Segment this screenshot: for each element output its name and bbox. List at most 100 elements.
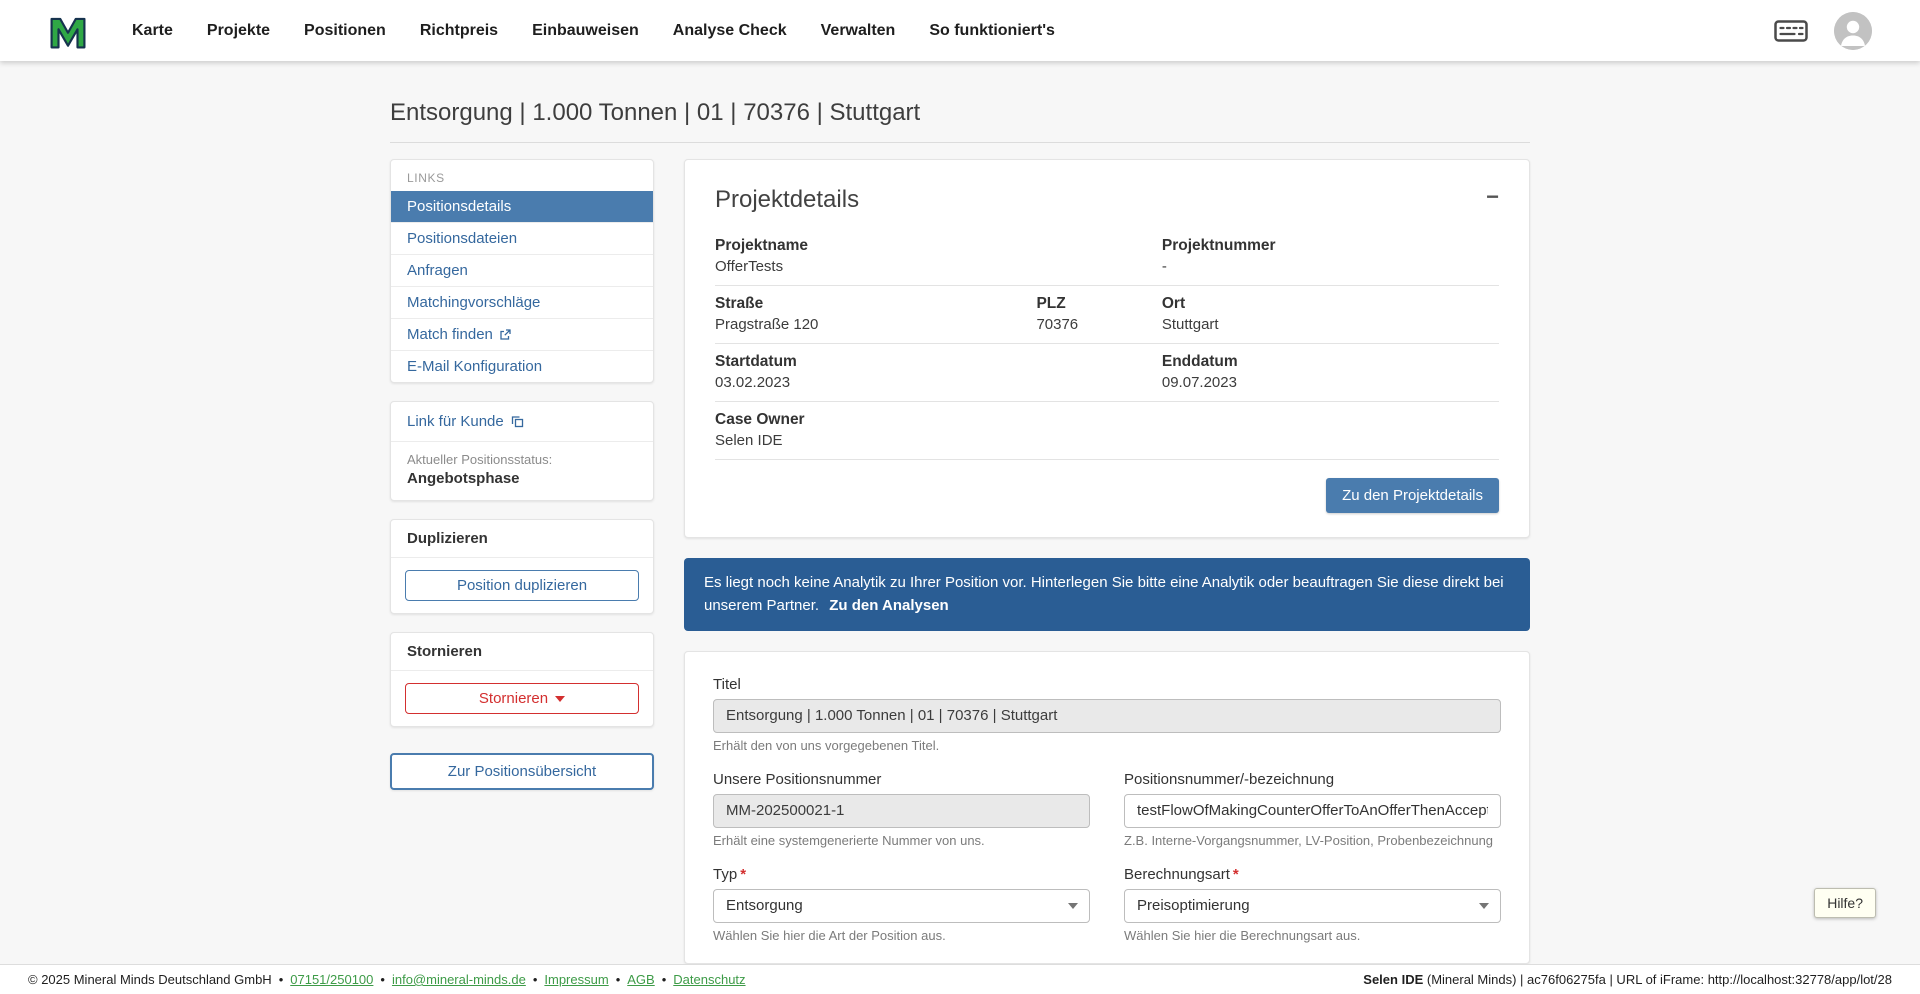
- duplizieren-title: Duplizieren: [391, 520, 653, 558]
- footer-phone-link[interactable]: 07151/250100: [290, 972, 373, 987]
- main-column: Projektdetails − Projektname OfferTests …: [684, 159, 1530, 964]
- footer-datenschutz-link[interactable]: Datenschutz: [673, 972, 745, 987]
- nav-item-analyse-check[interactable]: Analyse Check: [673, 22, 787, 40]
- project-row: Straße Pragstraße 120 PLZ 70376 Ort Stut…: [715, 286, 1499, 344]
- positionsnummer-input: [713, 794, 1090, 828]
- stornieren-card: Stornieren Stornieren: [390, 632, 654, 727]
- sidebar-item-label: Match finden: [407, 326, 493, 343]
- sidebar-item-email-konfiguration[interactable]: E-Mail Konfiguration: [391, 350, 653, 382]
- footer-agb-link[interactable]: AGB: [627, 972, 654, 987]
- footer-session-info: Selen IDE (Mineral Minds) | ac76f06275fa…: [1363, 972, 1892, 987]
- page-header: Entsorgung | 1.000 Tonnen | 01 | 70376 |…: [390, 99, 1530, 143]
- sidebar-item-anfragen[interactable]: Anfragen: [391, 254, 653, 286]
- nav-item-richtpreis[interactable]: Richtpreis: [420, 22, 498, 40]
- typ-select[interactable]: Entsorgung: [713, 889, 1090, 923]
- field-value: OfferTests: [715, 258, 1036, 275]
- field-label: Projektname: [715, 237, 1036, 255]
- required-asterisk: *: [1233, 866, 1239, 883]
- typ-helper: Wählen Sie hier die Art der Position aus…: [713, 928, 1090, 943]
- banner-text: Es liegt noch keine Analytik zu Ihrer Po…: [704, 574, 1504, 614]
- bezeichnung-input[interactable]: [1124, 794, 1501, 828]
- status-value: Angebotsphase: [407, 470, 637, 487]
- required-asterisk: *: [740, 866, 746, 883]
- chevron-down-icon: [1068, 903, 1078, 909]
- analytics-info-banner: Es liegt noch keine Analytik zu Ihrer Po…: [684, 558, 1530, 631]
- zu-den-analysen-link[interactable]: Zu den Analysen: [829, 597, 948, 614]
- sidebar-item-matchingvorschlaege[interactable]: Matchingvorschläge: [391, 286, 653, 318]
- bezeichnung-label: Positionsnummer/-bezeichnung: [1124, 771, 1501, 788]
- stornieren-button-label: Stornieren: [479, 690, 548, 707]
- field-label: PLZ: [1036, 295, 1161, 313]
- mineral-minds-logo[interactable]: [46, 12, 90, 50]
- titel-input: [713, 699, 1501, 733]
- berechnungsart-select-value: Preisoptimierung: [1137, 897, 1250, 914]
- nav-item-einbauweisen[interactable]: Einbauweisen: [532, 22, 639, 40]
- sidebar-item-label: Positionsdetails: [407, 198, 511, 215]
- sidebar-item-positionsdetails[interactable]: Positionsdetails: [391, 191, 653, 222]
- page-title: Entsorgung | 1.000 Tonnen | 01 | 70376 |…: [390, 99, 1530, 127]
- zur-positionsuebersicht-button[interactable]: Zur Positionsübersicht: [390, 753, 654, 790]
- field-label: Enddatum: [1162, 353, 1499, 371]
- project-row: Startdatum 03.02.2023 Enddatum 09.07.202…: [715, 344, 1499, 402]
- user-avatar[interactable]: [1834, 12, 1872, 50]
- positionsnummer-group: Unsere Positionsnummer Erhält eine syste…: [713, 771, 1090, 848]
- position-duplizieren-button[interactable]: Position duplizieren: [405, 570, 639, 601]
- bezeichnung-helper: Z.B. Interne-Vorgangsnummer, LV-Position…: [1124, 833, 1501, 848]
- nav-item-positionen[interactable]: Positionen: [304, 22, 386, 40]
- berechnungsart-select[interactable]: Preisoptimierung: [1124, 889, 1501, 923]
- field-value: Selen IDE: [715, 432, 1036, 449]
- help-button[interactable]: Hilfe?: [1814, 888, 1876, 918]
- status-label: Aktueller Positionsstatus:: [407, 452, 637, 467]
- nav-item-projekte[interactable]: Projekte: [207, 22, 270, 40]
- nav-item-karte[interactable]: Karte: [132, 22, 173, 40]
- field-value: 70376: [1036, 316, 1161, 333]
- titel-helper: Erhält den von uns vorgegebenen Titel.: [713, 738, 1501, 753]
- typ-label: Typ*: [713, 866, 1090, 883]
- bezeichnung-group: Positionsnummer/-bezeichnung Z.B. Intern…: [1124, 771, 1501, 848]
- main-container: Entsorgung | 1.000 Tonnen | 01 | 70376 |…: [390, 61, 1530, 964]
- links-card: Links Positionsdetails Positionsdateien …: [390, 159, 654, 383]
- footer-email-link[interactable]: info@mineral-minds.de: [392, 972, 526, 987]
- field-label: Projektnummer: [1162, 237, 1499, 255]
- footer-impressum-link[interactable]: Impressum: [544, 972, 608, 987]
- project-row: Projektname OfferTests Projektnummer -: [715, 228, 1499, 286]
- footer-session-text: (Mineral Minds) | ac76f06275fa | URL of …: [1423, 972, 1892, 987]
- navbar-right: [1774, 12, 1872, 50]
- main-nav: Karte Projekte Positionen Richtpreis Ein…: [132, 22, 1055, 40]
- links-header: Links: [391, 160, 653, 191]
- sidebar-item-match-finden[interactable]: Match finden: [391, 318, 653, 350]
- copy-icon: [511, 415, 524, 428]
- external-link-icon: [499, 329, 511, 341]
- collapse-button[interactable]: −: [1486, 186, 1499, 208]
- field-value: Pragstraße 120: [715, 316, 1036, 333]
- typ-group: Typ* Entsorgung Wählen Sie hier die Art …: [713, 866, 1090, 943]
- sidebar-item-label: Positionsdateien: [407, 230, 517, 247]
- field-value: Stuttgart: [1162, 316, 1499, 333]
- stornieren-dropdown-button[interactable]: Stornieren: [405, 683, 639, 714]
- zu-den-projektdetails-button[interactable]: Zu den Projektdetails: [1326, 478, 1499, 513]
- nav-item-so-funktionierts[interactable]: So funktioniert's: [929, 22, 1055, 40]
- field-value: -: [1162, 258, 1499, 275]
- status-card: Link für Kunde Aktueller Positionsstatus…: [390, 401, 654, 501]
- keyboard-icon[interactable]: [1774, 20, 1808, 42]
- sidebar-item-positionsdateien[interactable]: Positionsdateien: [391, 222, 653, 254]
- top-navbar: Karte Projekte Positionen Richtpreis Ein…: [0, 0, 1920, 61]
- positionsnummer-label: Unsere Positionsnummer: [713, 771, 1090, 788]
- position-status-block: Aktueller Positionsstatus: Angebotsphase: [391, 442, 653, 500]
- titel-group: Titel Erhält den von uns vorgegebenen Ti…: [713, 676, 1501, 753]
- stornieren-title: Stornieren: [391, 633, 653, 671]
- field-label: Ort: [1162, 295, 1499, 313]
- nav-item-verwalten[interactable]: Verwalten: [821, 22, 896, 40]
- position-form-card: Titel Erhält den von uns vorgegebenen Ti…: [684, 651, 1530, 964]
- duplizieren-card: Duplizieren Position duplizieren: [390, 519, 654, 614]
- sidebar-item-label: E-Mail Konfiguration: [407, 358, 542, 375]
- berechnungsart-label: Berechnungsart*: [1124, 866, 1501, 883]
- link-fuer-kunde[interactable]: Link für Kunde: [391, 402, 653, 442]
- chevron-down-icon: [555, 696, 565, 702]
- berechnungsart-helper: Wählen Sie hier die Berechnungsart aus.: [1124, 928, 1501, 943]
- footer-user: Selen IDE: [1363, 972, 1423, 987]
- sidebar-item-label: Anfragen: [407, 262, 468, 279]
- berechnungsart-group: Berechnungsart* Preisoptimierung Wählen …: [1124, 866, 1501, 943]
- link-fuer-kunde-label: Link für Kunde: [407, 413, 504, 430]
- chevron-down-icon: [1479, 903, 1489, 909]
